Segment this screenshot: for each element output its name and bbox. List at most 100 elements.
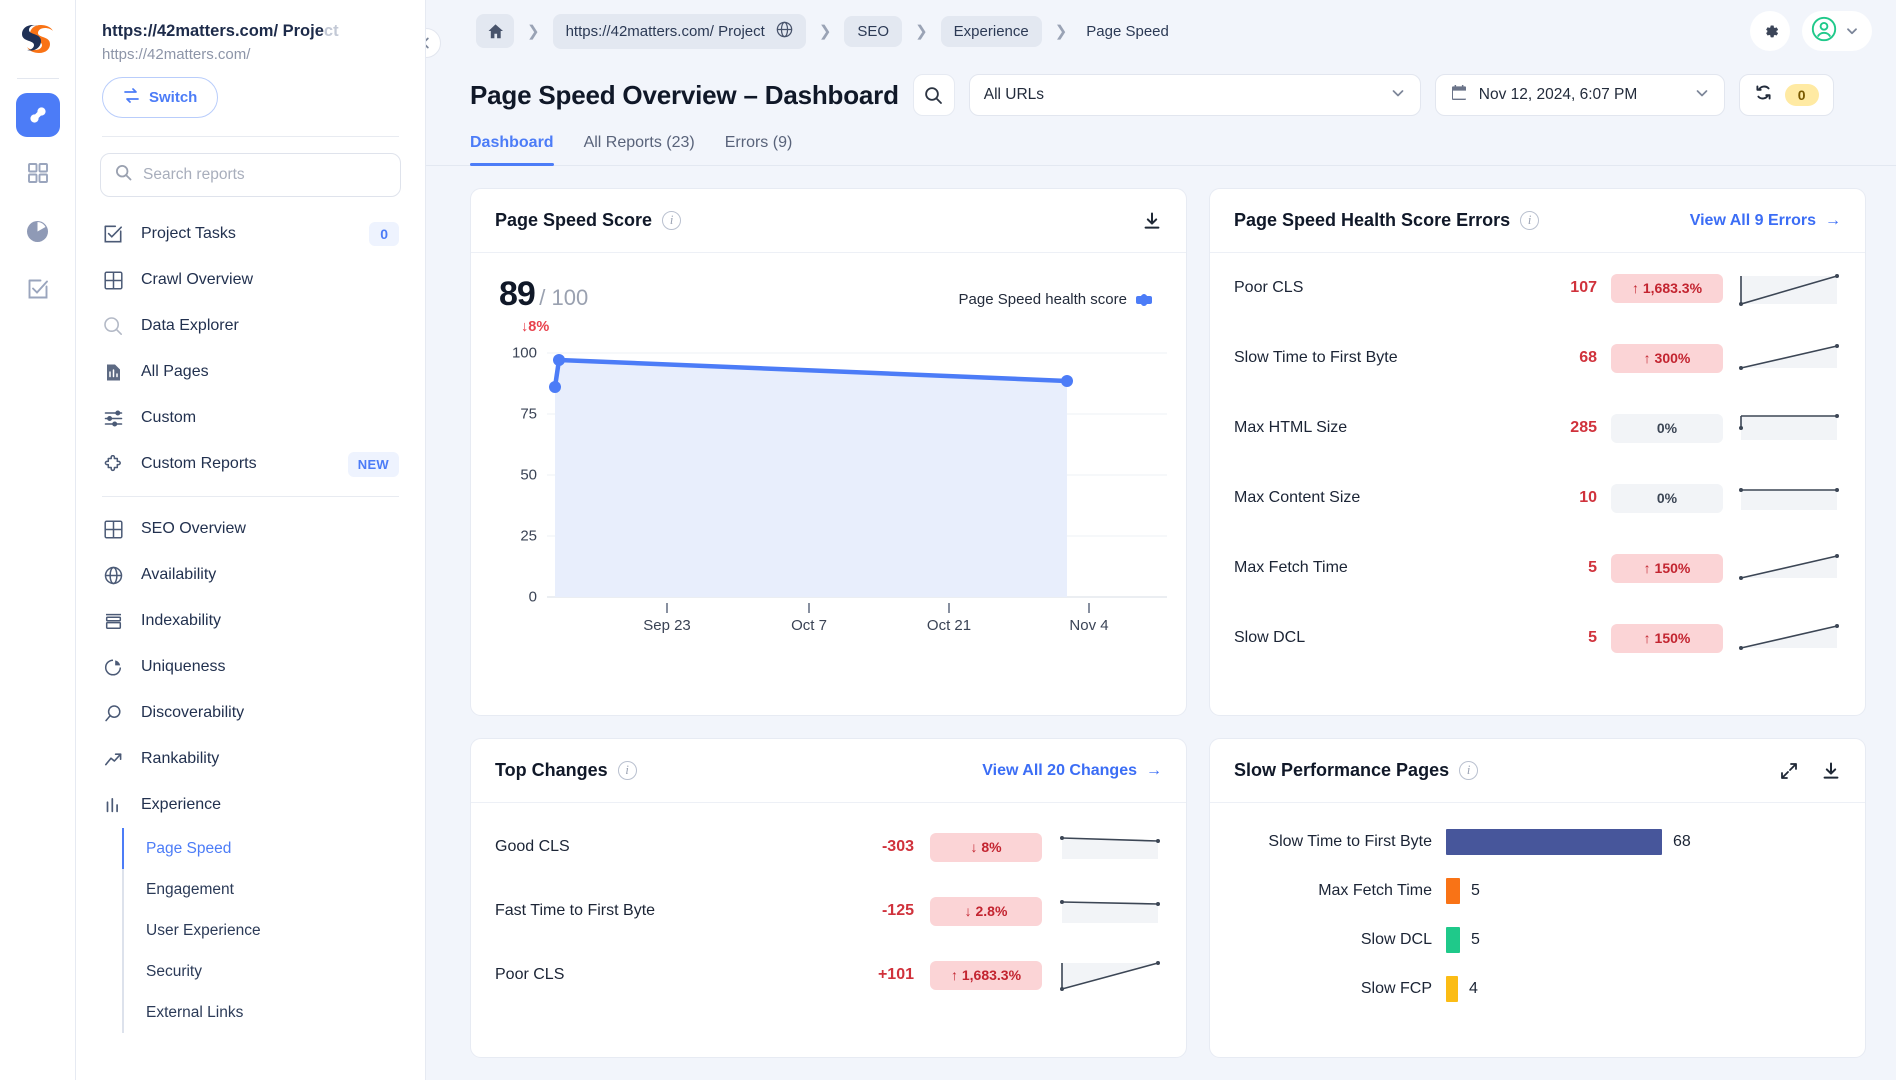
rail-item-apps[interactable] [16, 151, 60, 195]
breadcrumb-chevron-icon: ❯ [912, 22, 931, 40]
tab-all-reports[interactable]: All Reports (23) [584, 134, 695, 165]
card-header: Slow Performance Pages i [1210, 739, 1865, 803]
info-icon[interactable]: i [662, 211, 681, 230]
sparkline [1737, 408, 1841, 448]
table-row[interactable]: Max Content Size 10 0% [1210, 463, 1865, 533]
view-all-errors-label: View All 9 Errors [1690, 212, 1816, 230]
sidebar-item-label: Experience [141, 796, 399, 814]
y-tick-75: 75 [499, 406, 537, 423]
search-reports-box[interactable] [100, 153, 401, 197]
tab-errors[interactable]: Errors (9) [725, 134, 793, 165]
sidebar-subitem-external-links[interactable]: External Links [124, 992, 425, 1033]
breadcrumb-chevron-icon: ❯ [1052, 22, 1071, 40]
breadcrumb-label: https://42matters.com/ Project [566, 23, 765, 40]
bar-item-slow-ttfb[interactable]: Slow Time to First Byte 68 [1210, 817, 1865, 866]
table-row[interactable]: Max HTML Size 285 0% [1210, 393, 1865, 463]
sidebar-item-project-tasks[interactable]: Project Tasks 0 [76, 211, 425, 257]
page-speed-health-errors-card: Page Speed Health Score Errors i View Al… [1209, 188, 1866, 716]
page-speed-line-chart: 100 75 50 25 0 [499, 341, 1158, 651]
sidebar-item-crawl-overview[interactable]: Crawl Overview [76, 257, 425, 303]
sidebar-item-label: Custom [141, 409, 399, 427]
download-icon[interactable] [1821, 761, 1841, 781]
dashboard-content: Page Speed Score i 89 [426, 166, 1896, 1080]
tab-label: All Reports (23) [584, 134, 695, 151]
project-title: https://42matters.com/ Project [102, 22, 399, 41]
page-search-button[interactable] [913, 74, 955, 116]
sparkline [1058, 955, 1162, 995]
bar-fill [1446, 976, 1458, 1002]
sidebar-item-all-pages[interactable]: All Pages [76, 349, 425, 395]
y-tick-0: 0 [499, 589, 537, 606]
error-value: 5 [1539, 629, 1597, 647]
breadcrumb-project[interactable]: https://42matters.com/ Project [553, 14, 806, 49]
project-title-truncated: ct [324, 22, 339, 40]
bar-fill [1446, 878, 1460, 904]
sidebar-item-data-explorer[interactable]: Data Explorer [76, 303, 425, 349]
sidebar-item-experience[interactable]: Experience [76, 782, 425, 828]
table-row[interactable]: Good CLS -303 ↓ 8% [471, 815, 1186, 879]
user-menu-button[interactable] [1802, 11, 1872, 51]
table-row[interactable]: Slow Time to First Byte 68 ↑ 300% [1210, 323, 1865, 393]
view-all-changes-link[interactable]: View All 20 Changes → [982, 762, 1162, 780]
sidebar-item-rankability[interactable]: Rankability [76, 736, 425, 782]
change-value: -303 [856, 838, 914, 856]
trend-up-icon [102, 750, 124, 769]
view-all-errors-link[interactable]: View All 9 Errors → [1690, 212, 1841, 230]
sidebar-item-label: Rankability [141, 750, 399, 768]
breadcrumb-seo[interactable]: SEO [844, 16, 902, 47]
sidebar-subitem-engagement[interactable]: Engagement [124, 869, 425, 910]
bar-item-max-fetch-time[interactable]: Max Fetch Time 5 [1210, 866, 1865, 915]
sidebar-item-label: Crawl Overview [141, 271, 399, 289]
table-row[interactable]: Poor CLS +101 ↑ 1,683.3% [471, 943, 1186, 1007]
error-name: Max Fetch Time [1234, 559, 1525, 577]
table-row[interactable]: Poor CLS 107 ↑ 1,683.3% [1210, 253, 1865, 323]
expand-icon[interactable] [1779, 761, 1799, 781]
bar-fill [1446, 829, 1662, 855]
sidebar-item-uniqueness[interactable]: Uniqueness [76, 644, 425, 690]
search-icon [924, 86, 943, 105]
bar-item-slow-fcp[interactable]: Slow FCP 4 [1210, 964, 1865, 1013]
topbar-actions [1750, 11, 1872, 51]
date-range-select[interactable]: Nov 12, 2024, 6:07 PM [1435, 74, 1725, 116]
settings-button[interactable] [1750, 11, 1790, 51]
sidebar-item-discoverability[interactable]: Discoverability [76, 690, 425, 736]
table-row[interactable]: Fast Time to First Byte -125 ↓ 2.8% [471, 879, 1186, 943]
breadcrumb-experience[interactable]: Experience [941, 16, 1042, 47]
sidebar-subitem-page-speed[interactable]: Page Speed [124, 828, 425, 869]
sidebar-item-custom[interactable]: Custom [76, 395, 425, 441]
tab-label: Dashboard [470, 134, 554, 151]
search-reports-input[interactable] [143, 166, 386, 184]
sidebar-item-indexability[interactable]: Indexability [76, 598, 425, 644]
download-icon[interactable] [1142, 211, 1162, 231]
bar-item-slow-dcl[interactable]: Slow DCL 5 [1210, 915, 1865, 964]
breadcrumb-home-button[interactable] [476, 14, 514, 48]
url-filter-select[interactable]: All URLs [969, 74, 1421, 116]
bar-value: 4 [1458, 980, 1478, 998]
tab-dashboard[interactable]: Dashboard [470, 134, 554, 165]
info-icon[interactable]: i [1459, 761, 1478, 780]
top-changes-card: Top Changes i View All 20 Changes → Good… [470, 738, 1187, 1058]
info-icon[interactable]: i [1520, 211, 1539, 230]
sidebar-item-seo-overview[interactable]: SEO Overview [76, 506, 425, 552]
sidebar-subitem-user-experience[interactable]: User Experience [124, 910, 425, 951]
sidebar-subitem-label: Engagement [146, 881, 234, 899]
rail-item-gauge[interactable] [16, 209, 60, 253]
table-row[interactable]: Slow DCL 5 ↑ 150% [1210, 603, 1865, 673]
dashboard-row-top: Page Speed Score i 89 [470, 188, 1866, 716]
project-title-text: https://42matters.com/ Proje [102, 22, 324, 40]
rail-item-tasks[interactable] [16, 267, 60, 311]
change-name: Good CLS [495, 838, 840, 856]
tasks-check-icon [102, 224, 124, 244]
x-tick-sep-23: Sep 23 [643, 617, 691, 634]
rail-item-projects[interactable] [16, 93, 60, 137]
card-header-actions [1779, 761, 1841, 781]
sidebar-subitem-security[interactable]: Security [124, 951, 425, 992]
table-row[interactable]: Max Fetch Time 5 ↑ 150% [1210, 533, 1865, 603]
refresh-button[interactable]: 0 [1739, 74, 1834, 116]
sidebar-item-label: Data Explorer [141, 317, 399, 335]
info-icon[interactable]: i [618, 761, 637, 780]
card-title: Top Changes [495, 760, 608, 781]
sidebar-item-custom-reports[interactable]: Custom Reports NEW [76, 441, 425, 487]
sidebar-item-availability[interactable]: Availability [76, 552, 425, 598]
switch-project-button[interactable]: Switch [102, 77, 218, 118]
